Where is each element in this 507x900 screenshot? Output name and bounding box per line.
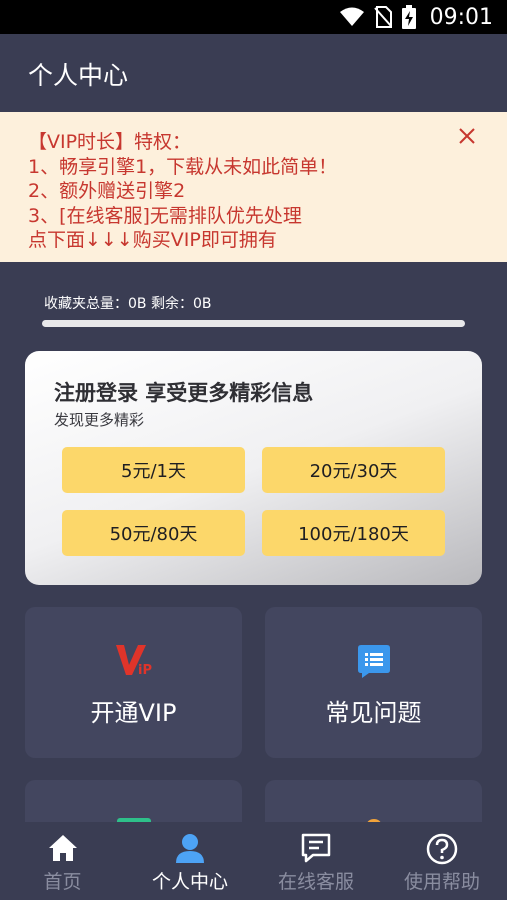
vip-icon: iP: [115, 645, 152, 677]
nav-label: 个人中心: [151, 871, 228, 893]
nav-item-online-support[interactable]: 在线客服: [255, 822, 377, 900]
user-icon: [176, 834, 204, 863]
plan-button-1-day[interactable]: 5元/1天: [62, 447, 245, 493]
faq-chat-icon: [357, 645, 390, 678]
nav-item-home[interactable]: 首页: [0, 822, 125, 900]
nav-label: 在线客服: [277, 871, 354, 893]
tile-open-vip[interactable]: iP 开通VIP: [25, 607, 242, 758]
wifi-icon: [339, 7, 364, 26]
storage-progress-bar: [42, 320, 465, 327]
svg-text:iP: iP: [138, 663, 152, 677]
vip-notice-banner: 【VIP时长】特权： 1、畅享引擎1，下载从未如此简单！ 2、额外赠送引擎2 3…: [0, 112, 507, 262]
tile-faq[interactable]: 常见问题: [265, 607, 482, 758]
vip-notice-line: 2、额外赠送引擎2: [28, 180, 186, 202]
chat-icon: [301, 833, 331, 863]
vip-notice-line: 3、[在线客服]无需排队优先处理: [28, 204, 302, 227]
app-header: 个人中心: [0, 34, 507, 112]
plan-button-180-days[interactable]: 100元/180天: [262, 510, 445, 556]
home-icon: [48, 835, 77, 861]
help-icon: [426, 833, 458, 865]
plan-button-80-days[interactable]: 50元/80天: [62, 510, 245, 556]
vip-notice-line: 点下面↓↓↓购买VIP即可拥有: [28, 229, 277, 251]
nav-label: 使用帮助: [403, 871, 480, 893]
storage-label: 收藏夹总量：0B 剩余：0B: [44, 296, 212, 312]
tile-label: 开通VIP: [90, 699, 177, 727]
status-time: 09:01: [429, 4, 493, 30]
tile-label: 常见问题: [325, 699, 422, 727]
promo-subtitle: 发现更多精彩: [54, 411, 145, 429]
bottom-nav: 首页 个人中心 在线客服 使用帮助: [0, 822, 507, 900]
promo-title: 注册登录 享受更多精彩信息: [54, 381, 314, 405]
status-icons: 09:01: [339, 4, 493, 30]
vip-notice-line: 【VIP时长】特权：: [28, 131, 192, 153]
nav-item-profile[interactable]: 个人中心: [125, 822, 255, 900]
vip-notice-line: 1、畅享引擎1，下载从未如此简单！: [28, 155, 338, 178]
nav-item-help[interactable]: 使用帮助: [377, 822, 507, 900]
close-icon[interactable]: [455, 126, 479, 150]
register-promo-card[interactable]: 注册登录 享受更多精彩信息 发现更多精彩 5元/1天 20元/30天 50元/8…: [25, 351, 482, 585]
no-sim-icon: [373, 6, 392, 28]
page-title: 个人中心: [28, 61, 129, 90]
battery-charging-icon: [401, 5, 416, 29]
status-bar: 09:01: [0, 0, 507, 34]
plan-button-30-days[interactable]: 20元/30天: [262, 447, 445, 493]
nav-label: 首页: [43, 871, 82, 893]
